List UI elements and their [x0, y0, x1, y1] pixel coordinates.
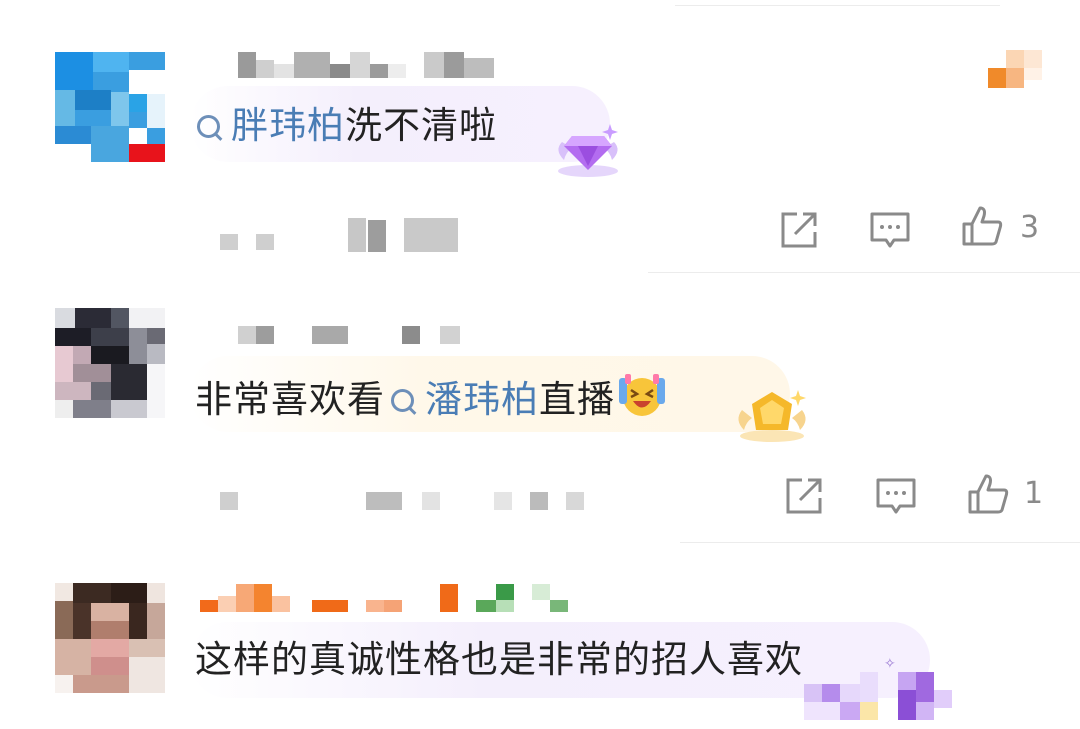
comment-item-3: 这样的真诚性格也是非常的招人喜欢 ✧	[0, 0, 1080, 729]
avatar[interactable]	[55, 583, 165, 693]
comment-text: 这样的真诚性格也是非常的招人喜欢	[195, 638, 803, 681]
purple-pixel-badge: ✧	[804, 652, 954, 729]
sparkle-icon: ✧	[884, 656, 896, 672]
username-redacted[interactable]	[200, 584, 580, 618]
